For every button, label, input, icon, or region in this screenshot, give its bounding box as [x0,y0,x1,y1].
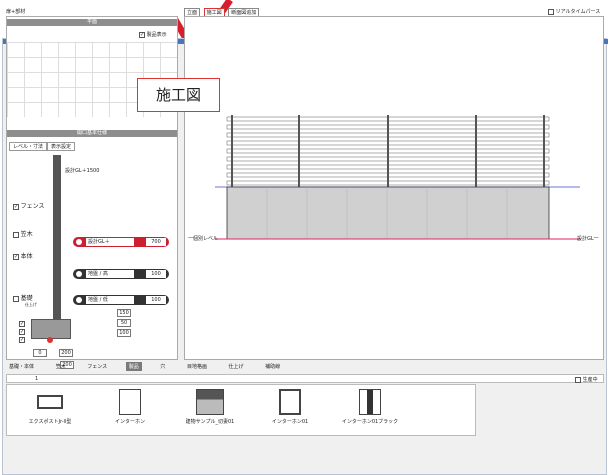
product-catalog: エクスポストJr-ll型 インターホン 建物サンプル_切妻01 インターホン01… [6,384,476,436]
house-icon [196,389,224,415]
layer-checkbox[interactable]: ✓ [19,329,25,335]
dim-field[interactable]: 150 [117,309,131,317]
dim-field[interactable]: 50 [117,319,131,327]
tab-category[interactable]: 補助線 [262,362,283,371]
foundation-toggle[interactable]: 基礎 [13,293,33,302]
page-indicator[interactable]: 1 [35,376,38,382]
level-value[interactable]: 700 [146,238,166,246]
level-value[interactable]: 100 [146,296,166,304]
coping-toggle[interactable]: 笠木 [13,229,33,238]
dim-field[interactable]: 100 [117,329,131,337]
base-marker [47,337,53,343]
production-toggle[interactable]: 生産中 [575,376,598,383]
fence-post [543,115,545,187]
fence-post [298,115,300,187]
body-label: 本体 [20,253,33,260]
level-control-3[interactable]: 地盤 / 低 100 [73,295,169,305]
body-toggle[interactable]: ✓ 本体 [13,251,33,260]
level-select[interactable]: 地盤 / 高 [86,270,134,278]
show-product-checkbox[interactable]: ✓ [139,31,145,38]
tab-category[interactable]: フェンス [84,362,110,371]
level-value[interactable]: 100 [146,270,166,278]
catalog-item[interactable]: インターホン01 [255,389,325,425]
dim-field[interactable]: 0 [33,349,47,357]
level-select[interactable]: 設計GL＋ [86,238,134,246]
catalog-item-label: 建物サンプル_切妻01 [185,419,235,425]
level-control-dot [76,297,82,303]
tab-category[interactable]: 仕上げ [226,362,247,371]
plan-header: 平面 [7,19,177,26]
realtime-toggle[interactable]: リアルタイムパース [548,8,600,15]
settings-header: 開口基本仕様 [7,130,177,137]
body-checkbox[interactable]: ✓ [13,253,19,260]
layer-checkbox[interactable]: ✓ [19,337,25,343]
wall-diagram-pole [53,155,61,330]
intercom-black-icon [359,389,381,415]
catalog-item-label: インターホン01ブラック [341,419,399,425]
fence-post [475,115,477,187]
level-control-1[interactable]: 設計GL＋ 700 [73,237,169,247]
catalog-item-label: インターホン01 [271,419,309,425]
tab-category[interactable]: 笠木 [53,362,69,371]
tab-display[interactable]: 表示設定 [47,142,76,151]
foundation-note: 仕上げ [25,302,37,307]
realtime-checkbox[interactable] [548,8,554,15]
tab-level-dim[interactable]: レベル・寸法 [9,142,48,151]
realtime-label: リアルタイムパース [555,9,601,15]
intercom-icon [119,389,141,415]
wall-body [226,186,550,240]
foundation-label: 基礎 [20,295,33,302]
catalog-item-label: エクスポストJr-ll型 [28,419,72,425]
fence-label: フェンス [20,203,45,210]
tab-category-active[interactable]: 製品 [125,362,142,371]
layer-checkbox[interactable]: ✓ [19,321,25,327]
filter-bar: 1 生産中 [6,374,604,383]
intercom-icon [279,389,301,415]
level-control-dot [76,239,82,245]
layer-checkboxes: ✓ ✓ ✓ [19,321,25,343]
catalog-item[interactable]: インターホン01ブラック [335,389,405,425]
callout-label: 施工図 [137,78,220,112]
level-select[interactable]: 地盤 / 低 [86,296,134,304]
category-tabs: 基礎・本体 笠木 フェンス 製品 穴 目地格画 仕上げ 補助線 [6,362,604,372]
fence-toggle[interactable]: ✓ フェンス [13,201,44,210]
coping-checkbox[interactable] [13,231,19,238]
catalog-item[interactable]: インターホン [95,389,165,425]
fence-checkbox[interactable]: ✓ [13,203,19,210]
production-label: 生産中 [582,377,598,383]
dim-field[interactable]: 200 [59,349,73,357]
tab-category[interactable]: 目地格画 [184,362,210,371]
fence-post [387,115,389,187]
fence-elevation-drawing [215,115,580,240]
level-control-dot [76,271,82,277]
elevation-view[interactable]: 一個別レベル 設計GL一 [184,16,604,360]
mailbox-icon [37,395,63,409]
foundation-checkbox[interactable] [13,295,19,302]
design-gl-label: 設計GL一 [577,236,599,242]
catalog-item-label: インターホン [114,419,145,425]
base-block [31,319,71,339]
fence-post [231,115,233,187]
top-level-label: 設計GL＋1500 [65,168,100,174]
level-control-2[interactable]: 地盤 / 高 100 [73,269,169,279]
show-product-toggle[interactable]: ✓ 製品表示 [139,31,167,38]
show-product-label: 製品表示 [146,32,167,38]
panel-title: 扉+部材 [6,9,26,15]
coping-label: 笠木 [20,231,33,238]
left-panel: 平面 ✓ 製品表示 開口基本仕様 レベル・寸法 表示設定 設計GL＋1500 ✓ … [6,16,178,360]
catalog-item[interactable]: エクスポストJr-ll型 [15,389,85,425]
catalog-item[interactable]: 建物サンプル_切妻01 [175,389,245,425]
settings-tabs: レベル・寸法 表示設定 [9,142,76,151]
tab-category[interactable]: 基礎・本体 [6,362,37,371]
production-checkbox[interactable] [575,376,581,383]
individual-level-label: 一個別レベル [188,236,219,242]
tab-category[interactable]: 穴 [157,362,168,371]
